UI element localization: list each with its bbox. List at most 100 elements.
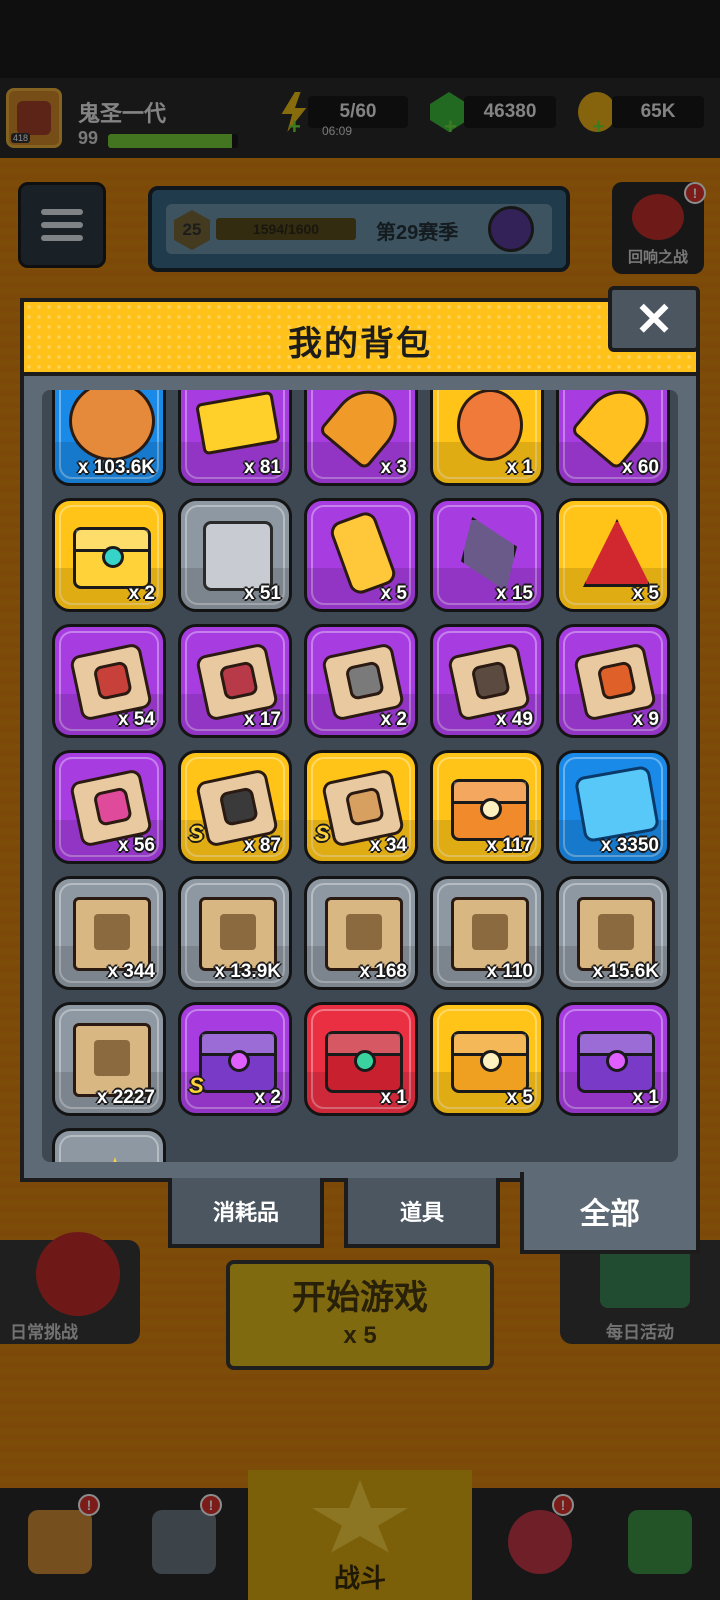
blueprint-mark <box>220 914 256 950</box>
tab-props[interactable]: 道具 <box>344 1178 500 1248</box>
inventory-item[interactable]: x 5 <box>304 498 418 612</box>
inventory-modal: 我的背包 ✕ x 103.6K x 81 x 3x 1x 60 x 2x 51 x 5x… <box>20 286 700 1198</box>
inventory-item[interactable]: x 5 <box>556 498 670 612</box>
s-rank-badge: S <box>315 821 330 846</box>
modal-header: 我的背包 <box>20 298 700 380</box>
s-rank-badge: S <box>189 1073 204 1098</box>
chest-lock <box>480 1050 502 1072</box>
inventory-item[interactable]: x 15.6K <box>556 876 670 990</box>
inventory-item[interactable]: x 103.6K <box>52 390 166 486</box>
inventory-item[interactable]: x 2 <box>52 498 166 612</box>
item-count: x 13.9K <box>214 961 281 982</box>
character-portrait <box>218 660 259 701</box>
lion-coin-icon <box>69 390 155 461</box>
item-count: x 87 <box>244 835 281 856</box>
modal-body: x 103.6K x 81 x 3 x 1 x 60 x 2 x 51 x 5 x 15 x 5 x… <box>20 372 700 1182</box>
character-portrait <box>344 660 385 701</box>
red-prism-icon <box>583 519 651 587</box>
blueprint-weapon-icon <box>73 897 151 971</box>
item-count: x 1 <box>506 457 533 478</box>
inventory-item[interactable]: x 9 <box>556 624 670 738</box>
inventory-item[interactable]: x 1 <box>556 1002 670 1116</box>
character-portrait <box>218 786 259 827</box>
close-button[interactable]: ✕ <box>608 286 700 352</box>
inventory-item[interactable]: x 56 <box>52 750 166 864</box>
s-rank-badge: S <box>189 821 204 846</box>
blueprint-mark <box>472 914 508 950</box>
inventory-item[interactable]: x 51 <box>178 498 292 612</box>
crystal-shard-icon <box>461 517 517 591</box>
tab-all[interactable]: 全部 <box>520 1172 700 1254</box>
close-icon: ✕ <box>634 293 674 345</box>
modal-title: 我的背包 <box>288 325 432 363</box>
character-portrait <box>596 660 637 701</box>
inventory-item[interactable]: x 2227 <box>52 1002 166 1116</box>
cube-icon <box>203 521 273 591</box>
inventory-item[interactable]: x 5 <box>430 1002 544 1116</box>
inventory-item[interactable]: Sx 2 <box>178 1002 292 1116</box>
item-count: x 54 <box>118 709 155 730</box>
inventory-item[interactable]: Sx 87 <box>178 750 292 864</box>
blueprint-glove-icon <box>577 897 655 971</box>
ticket-icon <box>195 390 281 456</box>
tab-all-label: 全部 <box>580 1198 640 1231</box>
inventory-item[interactable]: x 110 <box>430 876 544 990</box>
item-count: x 2 <box>128 583 155 604</box>
inventory-item[interactable]: x 1 <box>430 390 544 486</box>
blueprint-mark <box>598 914 634 950</box>
item-count: x 81 <box>244 457 281 478</box>
inventory-item[interactable]: x 81 <box>178 390 292 486</box>
item-count: x 49 <box>496 709 533 730</box>
item-count: x 3 <box>380 457 407 478</box>
item-count: x 1 <box>380 1087 407 1108</box>
item-count: x 9 <box>632 709 659 730</box>
item-count: x 34 <box>370 835 407 856</box>
inventory-item[interactable]: x 117 <box>430 750 544 864</box>
blueprint-mark <box>346 914 382 950</box>
item-count: x 17 <box>244 709 281 730</box>
inventory-item[interactable]: x 344 <box>52 876 166 990</box>
item-grid-panel[interactable]: x 103.6K x 81 x 3 x 1 x 60 x 2 x 51 x 5 x 15 x 5 x… <box>42 390 678 1162</box>
chest-lock <box>228 1050 250 1072</box>
inventory-item[interactable]: x 49 <box>430 624 544 738</box>
inventory-item[interactable]: x 168 <box>304 876 418 990</box>
inventory-item[interactable]: x 1 <box>304 1002 418 1116</box>
inventory-item[interactable]: x 3 <box>304 390 418 486</box>
item-count: x 103.6K <box>77 457 155 478</box>
item-count: x 51 <box>244 583 281 604</box>
character-portrait <box>470 660 511 701</box>
inventory-item[interactable]: x 17 <box>178 624 292 738</box>
character-portrait <box>92 660 133 701</box>
blueprint-necklace-icon <box>325 897 403 971</box>
item-count: x 15.6K <box>592 961 659 982</box>
chest-lock <box>354 1050 376 1072</box>
chest-lock <box>480 798 502 820</box>
inventory-item[interactable]: x 15 <box>430 498 544 612</box>
item-count: x 344 <box>107 961 155 982</box>
tab-consumables[interactable]: 消耗品 <box>168 1178 324 1248</box>
inventory-item[interactable] <box>52 1128 166 1162</box>
purple-chest-icon <box>577 1031 655 1093</box>
blueprint-mark <box>94 1040 130 1076</box>
inventory-item[interactable]: Sx 34 <box>304 750 418 864</box>
heart-chest-icon <box>451 1031 529 1093</box>
inventory-item[interactable]: x 13.9K <box>178 876 292 990</box>
item-count: x 15 <box>496 583 533 604</box>
tab-consumables-label: 消耗品 <box>212 1200 279 1225</box>
item-count: x 5 <box>380 583 407 604</box>
inventory-item[interactable]: x 3350 <box>556 750 670 864</box>
item-count: x 56 <box>118 835 155 856</box>
item-count: x 1 <box>632 1087 659 1108</box>
inventory-item[interactable]: x 60 <box>556 390 670 486</box>
orange-chest-icon <box>451 779 529 841</box>
item-count: x 5 <box>506 1087 533 1108</box>
potion-icon <box>457 390 523 461</box>
item-count: x 168 <box>359 961 407 982</box>
star-item-icon <box>86 1157 144 1162</box>
inventory-item[interactable]: x 54 <box>52 624 166 738</box>
inventory-item[interactable]: x 2 <box>304 624 418 738</box>
blueprint-boots-icon <box>73 1023 151 1097</box>
item-count: x 2 <box>254 1087 281 1108</box>
red-chest-icon <box>325 1031 403 1093</box>
blueprint-mark <box>94 914 130 950</box>
